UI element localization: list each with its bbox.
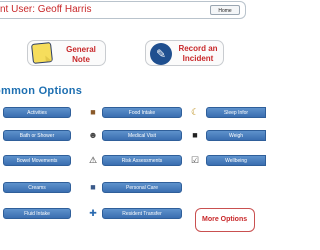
option-activities[interactable]: Activities bbox=[3, 107, 71, 118]
option-food-intake[interactable]: Food Intake bbox=[102, 107, 182, 118]
option-bath-or-shower[interactable]: Bath or Shower bbox=[3, 130, 71, 141]
option-personal-care[interactable]: Personal Care bbox=[102, 182, 182, 193]
section-title: ommon Options bbox=[0, 85, 83, 97]
personal-care-icon: ■ bbox=[90, 182, 96, 192]
option-weight[interactable]: Weigh bbox=[206, 130, 266, 141]
option-wellbeing[interactable]: Wellbeing bbox=[206, 155, 266, 166]
sleep-icon: ☾ bbox=[190, 107, 200, 117]
pen-incident-icon: ✎ bbox=[150, 43, 172, 65]
option-sleep-information[interactable]: Sleep Infor bbox=[206, 107, 266, 118]
option-creams[interactable]: Creams bbox=[3, 182, 71, 193]
sticky-note-icon bbox=[31, 42, 53, 64]
option-risk-assessments[interactable]: Risk Assessments bbox=[102, 155, 182, 166]
warning-icon: ⚠ bbox=[88, 155, 98, 165]
weight-icon: ■ bbox=[192, 130, 198, 140]
checklist-icon: ☑ bbox=[190, 155, 200, 165]
record-incident-button[interactable]: ✎ Record an Incident bbox=[145, 40, 224, 66]
option-bowel-movements[interactable]: Bowel Movements bbox=[3, 155, 71, 166]
general-note-label: General Note bbox=[66, 45, 96, 64]
option-medical-visit[interactable]: Medical Visit bbox=[102, 130, 182, 141]
record-incident-label: Record an Incident bbox=[178, 44, 218, 63]
general-note-button[interactable]: General Note bbox=[27, 40, 106, 66]
food-icon: ■ bbox=[90, 107, 96, 117]
doctor-icon: ☻ bbox=[88, 130, 98, 140]
option-fluid-intake[interactable]: Fluid Intake bbox=[3, 208, 71, 219]
home-button[interactable]: Home bbox=[210, 5, 240, 15]
more-options-label: More Options bbox=[202, 216, 248, 223]
transfer-icon: ✚ bbox=[89, 208, 97, 218]
more-options-button[interactable]: More Options bbox=[195, 208, 255, 232]
page-title: nt User: Geoff Harris bbox=[0, 4, 92, 15]
option-resident-transfer[interactable]: Resident Transfer bbox=[102, 208, 182, 219]
